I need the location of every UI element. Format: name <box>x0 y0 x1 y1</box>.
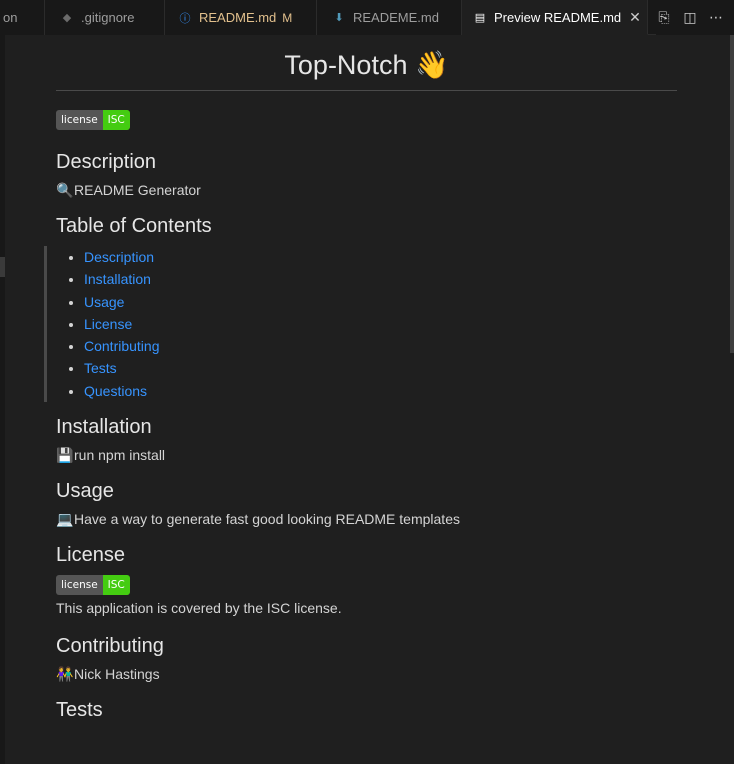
list-item: Contributing <box>84 335 677 357</box>
tab-gitignore[interactable]: ◆ .gitignore <box>45 0 165 35</box>
badge-left-text: license <box>56 575 103 596</box>
list-item: Installation <box>84 268 677 290</box>
license-section-badge: license ISC <box>56 575 677 596</box>
markdown-download-icon: ⬇ <box>334 12 344 24</box>
license-text: This application is covered by the ISC l… <box>56 600 342 617</box>
list-item: License <box>84 313 677 335</box>
badge-left-text: license <box>56 110 103 130</box>
heading-license: License <box>56 544 125 567</box>
tab-label: on <box>3 10 18 25</box>
tab-readme[interactable]: ⓘ README.md M <box>165 0 317 35</box>
toc-link-license[interactable]: License <box>84 316 132 332</box>
editor-tab-bar: on ◆ .gitignore ⓘ README.md M ⬇ READEME.… <box>0 0 734 35</box>
list-item: Usage <box>84 291 677 313</box>
toc-link-questions[interactable]: Questions <box>84 383 147 399</box>
toc-link-tests[interactable]: Tests <box>84 360 117 376</box>
toc-blockquote: Description Installation Usage License C… <box>44 246 677 403</box>
selection-marker <box>0 257 5 277</box>
heading-usage: Usage <box>56 480 114 503</box>
vertical-scrollbar[interactable] <box>730 35 734 353</box>
toc-link-installation[interactable]: Installation <box>84 271 151 287</box>
tab-partial[interactable]: on <box>0 0 45 35</box>
markdown-preview: Top-Notch 👋 license ISC Description 🔍REA… <box>44 35 677 730</box>
left-panel-edge <box>0 35 5 764</box>
info-icon: ⓘ <box>179 12 191 25</box>
tab-label: Preview README.md <box>494 9 622 25</box>
heading-tests: Tests <box>56 699 103 722</box>
editor-actions: ⎘ ◫ ⋯ <box>656 0 734 35</box>
heading-description: Description <box>56 151 157 173</box>
badge-right-text: ISC <box>102 575 130 596</box>
tab-reademe[interactable]: ⬇ READEME.md <box>317 0 462 35</box>
badge-right-text: ISC <box>102 110 130 130</box>
heading-table-of-contents: Table of Contents <box>56 215 212 237</box>
list-item: Questions <box>84 380 677 402</box>
toc-link-description[interactable]: Description <box>84 249 154 265</box>
modified-indicator: M <box>282 10 293 25</box>
description-text: 🔍README Generator <box>56 182 201 198</box>
open-source-icon[interactable]: ⎘ <box>656 9 672 26</box>
preview-icon: ▤ <box>474 11 486 24</box>
document-title: Top-Notch 👋 <box>56 35 677 91</box>
gitignore-icon: ◆ <box>62 12 72 24</box>
tab-preview-readme[interactable]: ▤ Preview README.md ✕ <box>462 0 648 35</box>
more-actions-icon[interactable]: ⋯ <box>708 9 724 26</box>
people-emoji: 👫 <box>56 666 74 683</box>
toc-list: Description Installation Usage License C… <box>56 246 677 402</box>
license-badge: license ISC <box>56 110 677 130</box>
list-item: Tests <box>84 357 677 379</box>
heading-installation: Installation <box>56 416 152 439</box>
usage-text: 💻Have a way to generate fast good lookin… <box>56 511 460 528</box>
laptop-emoji: 💻 <box>56 511 74 528</box>
floppy-disk-emoji: 💾 <box>56 447 74 464</box>
tab-label: README.md <box>199 10 277 25</box>
installation-text: 💾run npm install <box>56 447 166 464</box>
list-item: Description <box>84 246 677 268</box>
heading-contributing: Contributing <box>56 635 164 658</box>
contributing-text: 👫Nick Hastings <box>56 666 160 683</box>
toc-link-contributing[interactable]: Contributing <box>84 338 160 354</box>
toc-link-usage[interactable]: Usage <box>84 294 124 310</box>
magnifier-emoji: 🔍 <box>56 182 74 198</box>
tab-label: .gitignore <box>81 10 135 25</box>
close-icon[interactable]: ✕ <box>629 9 641 26</box>
split-editor-icon[interactable]: ◫ <box>682 9 698 26</box>
tab-label: READEME.md <box>353 10 439 25</box>
